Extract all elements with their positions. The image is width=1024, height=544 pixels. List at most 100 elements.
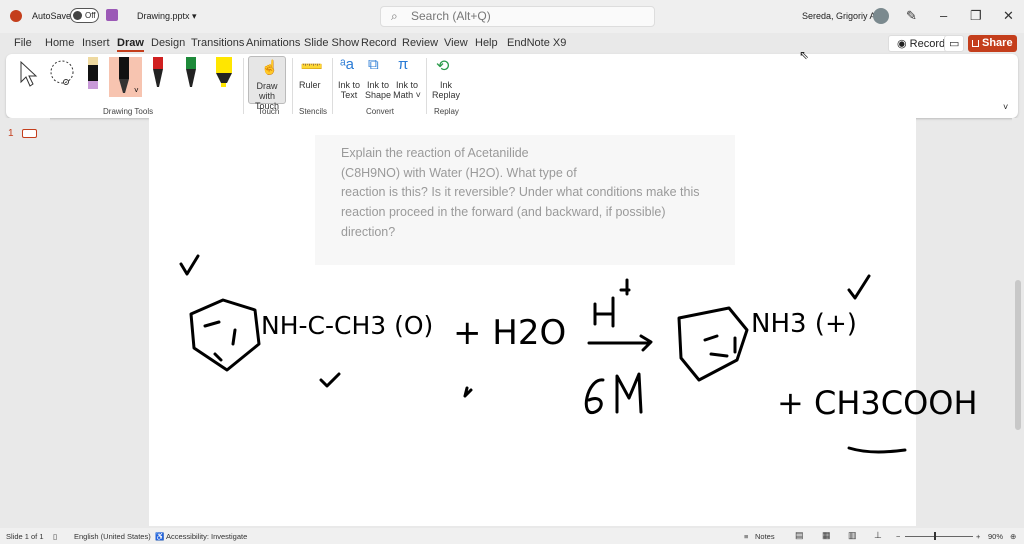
- draw-with-touch-button[interactable]: ☝ Draw with Touch: [248, 56, 286, 111]
- checkmark-icon: [847, 274, 871, 300]
- tab-review[interactable]: Review: [402, 37, 438, 49]
- select-arrow-icon[interactable]: [18, 60, 40, 88]
- tab-file[interactable]: File: [14, 37, 32, 49]
- ruler-icon[interactable]: 📏: [298, 53, 326, 81]
- slideshow-icon[interactable]: ⊥: [874, 530, 882, 541]
- comments-button[interactable]: ▭: [944, 35, 964, 52]
- ink-concentration: [584, 372, 643, 414]
- ink-plus-acetic-acid: + CH3COOH: [777, 384, 978, 422]
- ink-acid-catalyst: [587, 278, 653, 352]
- zoom-level[interactable]: 90%: [988, 532, 1003, 541]
- tab-draw[interactable]: Draw: [117, 37, 144, 52]
- ruler-button[interactable]: Ruler: [299, 80, 321, 90]
- ink-underline: [847, 446, 907, 454]
- slide-canvas[interactable]: Explain the reaction of Acetanilide (C8H…: [149, 118, 978, 526]
- slide-sorter-icon[interactable]: ▦: [822, 530, 831, 541]
- record-icon: ◉: [897, 38, 910, 50]
- vertical-scrollbar[interactable]: [1012, 118, 1024, 526]
- status-bar: Slide 1 of 1 ▯ English (United States) ♿…: [0, 528, 1024, 544]
- avatar[interactable]: [873, 8, 889, 24]
- tab-home[interactable]: Home: [45, 37, 74, 49]
- ink-anilinium-substituent: NH3 (+): [751, 309, 857, 339]
- notes-icon: ≡: [744, 532, 749, 541]
- ink-drawing: NH-C-CH3 (O) + H2O NH3 (+) + CH3COOH: [179, 254, 978, 454]
- record-label: Record: [909, 38, 946, 50]
- checkmark-icon: [179, 254, 200, 276]
- tab-transitions[interactable]: Transitions: [191, 37, 244, 49]
- zoom-in-button[interactable]: +: [976, 532, 980, 541]
- ink-to-shape-button[interactable]: Ink to Shape: [364, 80, 392, 100]
- slide-thumbnails: 1: [0, 118, 50, 526]
- ink-to-text-button[interactable]: Ink to Text: [336, 80, 362, 100]
- ink-acetanilide-substituent: NH-C-CH3 (O): [261, 311, 433, 340]
- zoom-slider-thumb[interactable]: [934, 532, 936, 540]
- fit-to-window-icon[interactable]: ⊕: [1010, 532, 1016, 541]
- group-replay: Replay: [434, 107, 459, 116]
- spellcheck-icon[interactable]: ▯: [53, 532, 57, 541]
- group-stencils: Stencils: [299, 107, 328, 116]
- title-bar: AutoSave Off Drawing.pptx ▾ ⌕ Search (Alt…: [0, 0, 1024, 33]
- ink-to-text-icon: ᵃa: [340, 56, 354, 73]
- share-label: Share: [982, 37, 1013, 49]
- tab-record[interactable]: Record: [361, 37, 396, 49]
- mouse-cursor-icon: ⇖: [799, 48, 810, 62]
- checkmark-icon: [319, 372, 341, 388]
- benzene-ring-left: [189, 298, 261, 372]
- collapse-ribbon-icon[interactable]: ˅: [1003, 102, 1008, 112]
- normal-view-icon[interactable]: ▤: [795, 530, 804, 541]
- ink-replay-icon: ⟲: [436, 58, 450, 75]
- black-pen-icon: ˅: [119, 57, 139, 95]
- eraser-icon[interactable]: [86, 57, 100, 91]
- accessibility-button[interactable]: Accessibility: Investigate: [166, 532, 247, 541]
- search-input[interactable]: ⌕ Search (Alt+Q): [380, 6, 655, 27]
- red-pen-icon[interactable]: [151, 57, 165, 91]
- user-name[interactable]: Sereda, Grigoriy A: [802, 11, 876, 21]
- ribbon-tabs: File Home Insert Draw Design Transitions…: [0, 33, 1024, 53]
- tab-view[interactable]: View: [444, 37, 468, 49]
- pen-icon[interactable]: ✎: [906, 8, 917, 24]
- file-name[interactable]: Drawing.pptx ▾: [137, 11, 197, 22]
- autosave-label: AutoSave: [32, 11, 72, 21]
- tab-endnote[interactable]: EndNote X9: [507, 37, 566, 49]
- benzene-ring-right: [677, 306, 749, 382]
- slide-thumbnail[interactable]: [22, 129, 37, 138]
- touch-hand-icon: ☝: [261, 59, 279, 75]
- tab-help[interactable]: Help: [475, 37, 498, 49]
- ink-to-math-icon: π: [398, 56, 409, 73]
- highlighter-icon[interactable]: [213, 57, 235, 91]
- zoom-slider[interactable]: [905, 536, 973, 537]
- group-drawing-tools: Drawing Tools: [103, 107, 154, 116]
- tab-animations[interactable]: Animations: [246, 37, 300, 49]
- share-button[interactable]: Share: [968, 35, 1017, 52]
- ink-to-shape-icon: ⧉: [368, 56, 379, 73]
- close-button[interactable]: ✕: [1003, 8, 1014, 24]
- ink-to-math-button[interactable]: Ink to Math ˅: [392, 80, 422, 100]
- slide-number: 1: [8, 128, 14, 139]
- zoom-out-button[interactable]: −: [896, 532, 900, 541]
- search-placeholder: Search (Alt+Q): [411, 9, 491, 23]
- powerpoint-logo-icon: [10, 10, 22, 22]
- minimize-button[interactable]: –: [940, 8, 947, 23]
- autosave-toggle[interactable]: Off: [70, 8, 99, 23]
- save-icon[interactable]: [106, 9, 118, 21]
- reading-view-icon[interactable]: ▥: [848, 530, 857, 541]
- ribbon: ˅ Drawing Tools ☝ Draw with Touch Touch …: [6, 54, 1018, 118]
- svg-text:˅: ˅: [134, 86, 139, 95]
- restore-button[interactable]: ❐: [970, 8, 982, 24]
- lasso-icon[interactable]: [48, 59, 78, 89]
- scrollbar-thumb[interactable]: [1015, 280, 1021, 430]
- black-pen-button[interactable]: ˅: [109, 57, 142, 97]
- ink-replay-button[interactable]: Ink Replay: [432, 80, 460, 100]
- share-icon: [972, 40, 979, 47]
- notes-button[interactable]: Notes: [755, 532, 775, 541]
- tab-design[interactable]: Design: [151, 37, 185, 49]
- tab-insert[interactable]: Insert: [82, 37, 110, 49]
- slide-counter: Slide 1 of 1: [6, 532, 44, 541]
- group-touch: Touch: [258, 107, 280, 116]
- ink-plus-water: + H2O: [453, 313, 566, 353]
- tab-slide-show[interactable]: Slide Show: [304, 37, 359, 49]
- language-button[interactable]: English (United States): [74, 532, 151, 541]
- green-pen-icon[interactable]: [184, 57, 198, 91]
- search-icon: ⌕: [391, 9, 398, 23]
- accessibility-icon: ♿: [155, 532, 165, 541]
